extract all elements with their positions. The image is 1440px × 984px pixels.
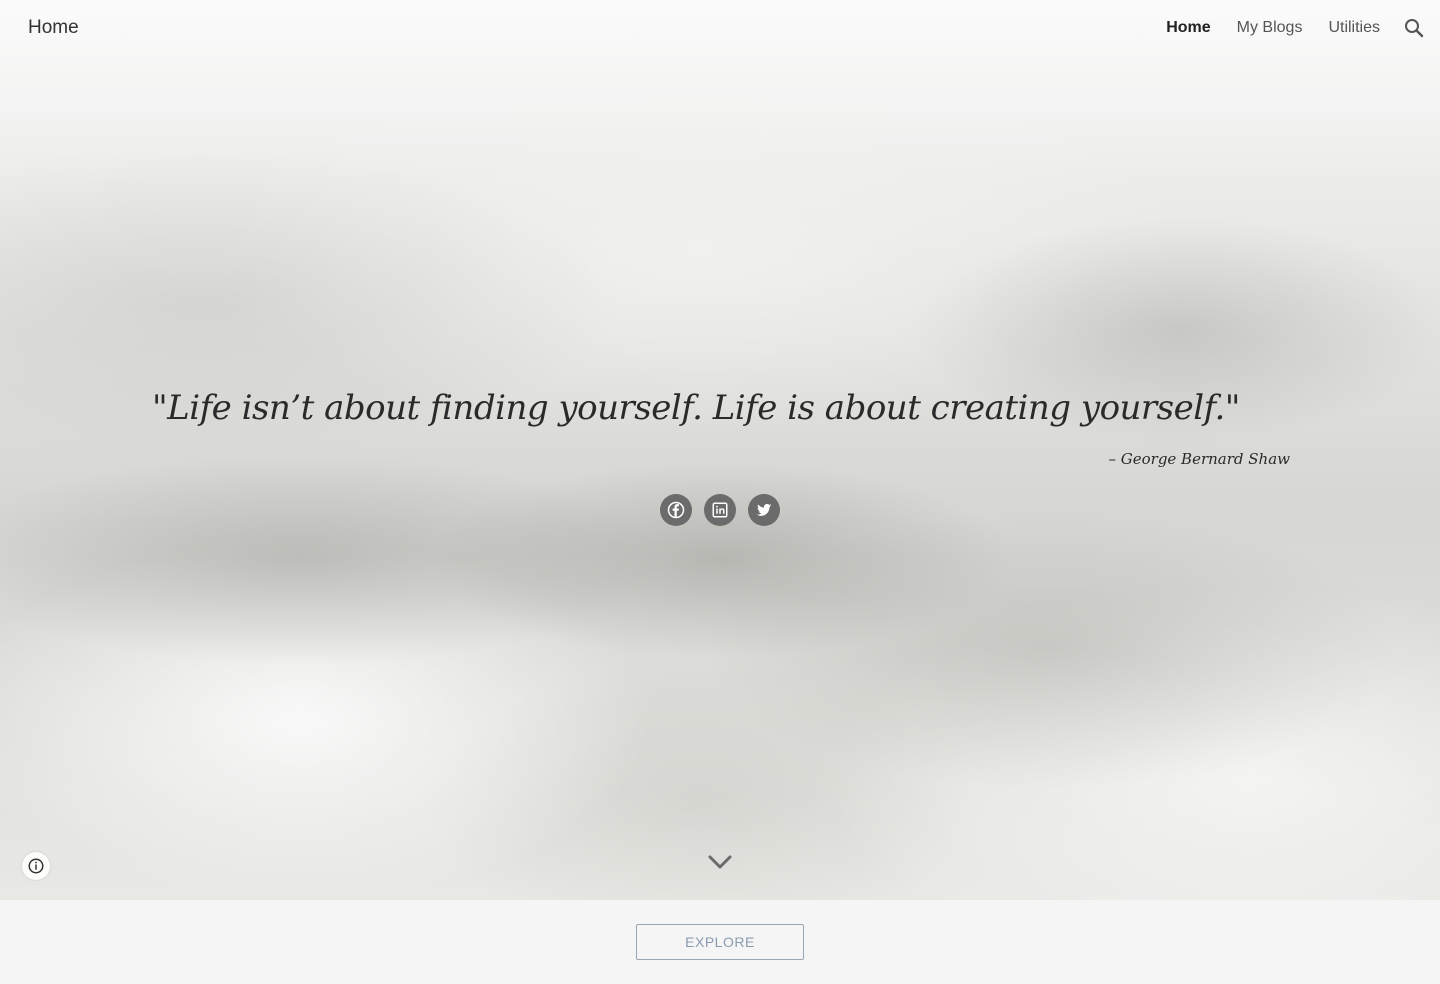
top-navigation-bar: Home Home My Blogs Utilities (0, 0, 1440, 56)
explore-button[interactable]: EXPLORE (636, 924, 804, 960)
site-title[interactable]: Home (28, 17, 79, 39)
nav-item-my-blogs[interactable]: My Blogs (1237, 19, 1303, 37)
footer-section: EXPLORE (0, 900, 1440, 984)
search-icon[interactable] (1402, 16, 1426, 40)
nav-item-home[interactable]: Home (1166, 19, 1210, 37)
twitter-icon[interactable] (748, 494, 780, 526)
linkedin-icon[interactable] (704, 494, 736, 526)
nav-item-utilities[interactable]: Utilities (1328, 19, 1380, 37)
facebook-icon[interactable] (660, 494, 692, 526)
chevron-down-icon[interactable] (706, 852, 734, 872)
hero-quote: "Life isn’t about finding yourself. Life… (152, 388, 1240, 428)
social-links (660, 494, 780, 526)
info-icon[interactable] (22, 852, 50, 880)
main-nav: Home My Blogs Utilities (1166, 19, 1380, 37)
quote-attribution: – George Bernard Shaw (1108, 450, 1290, 468)
